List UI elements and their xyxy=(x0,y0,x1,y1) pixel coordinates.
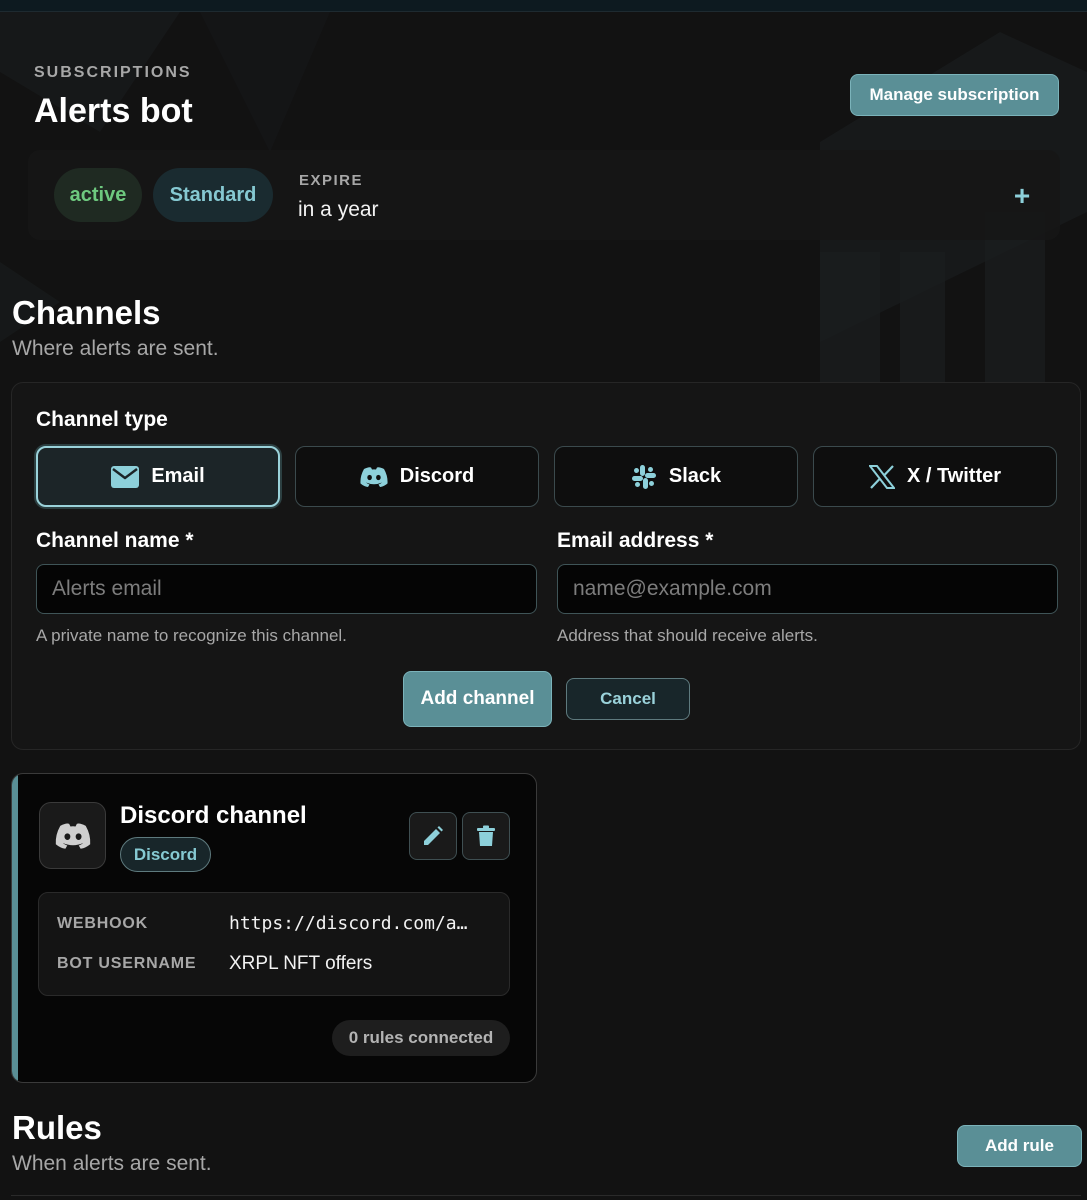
channel-type-slack-label: Slack xyxy=(668,465,722,487)
expire-value: in a year xyxy=(298,198,379,221)
manage-subscription-button[interactable]: Manage subscription xyxy=(850,74,1059,116)
channel-type-x-twitter-label: X / Twitter xyxy=(906,465,1002,487)
channel-card: Discord channel Discord WEBHOOK https://… xyxy=(11,773,537,1083)
x-twitter-icon xyxy=(868,464,895,489)
bot-username-value: XRPL NFT offers xyxy=(229,953,373,974)
channel-type-badge: Discord xyxy=(120,837,211,872)
status-badge: active xyxy=(54,168,142,222)
channel-name: Discord channel xyxy=(120,802,307,829)
channels-title: Channels xyxy=(12,294,161,331)
add-rule-button[interactable]: Add rule xyxy=(957,1125,1082,1167)
channel-type-slack[interactable]: Slack xyxy=(554,446,798,507)
add-channel-form: Channel type Email Discord Slack X / Twi… xyxy=(11,382,1081,750)
slack-icon xyxy=(631,464,656,489)
channels-subtitle: Where alerts are sent. xyxy=(12,337,219,360)
webhook-label: WEBHOOK xyxy=(57,915,148,932)
channel-type-email[interactable]: Email xyxy=(36,446,280,507)
channel-type-x-twitter[interactable]: X / Twitter xyxy=(813,446,1057,507)
trash-icon xyxy=(477,825,495,846)
divider xyxy=(11,1195,1081,1196)
channel-name-help: A private name to recognize this channel… xyxy=(36,626,347,645)
cancel-button[interactable]: Cancel xyxy=(566,678,690,720)
plus-icon[interactable]: + xyxy=(1008,180,1036,211)
edit-channel-button[interactable] xyxy=(409,812,457,860)
discord-icon xyxy=(55,823,90,849)
channel-type-discord[interactable]: Discord xyxy=(295,446,539,507)
rules-connected-badge: 0 rules connected xyxy=(332,1020,510,1056)
channel-type-discord-label: Discord xyxy=(399,465,475,487)
channel-details: WEBHOOK https://discord.com/a… BOT USERN… xyxy=(38,892,510,996)
channel-name-input[interactable] xyxy=(36,564,537,614)
webhook-value: https://discord.com/a… xyxy=(229,913,468,934)
channel-name-label: Channel name * xyxy=(36,529,194,552)
pencil-icon xyxy=(424,826,443,845)
expire-label: EXPIRE xyxy=(299,172,364,189)
channel-type-label: Channel type xyxy=(36,408,168,431)
bot-username-label: BOT USERNAME xyxy=(57,955,197,972)
rules-title: Rules xyxy=(12,1109,102,1146)
discord-icon xyxy=(360,466,388,487)
page-title: Alerts bot xyxy=(34,92,193,130)
subscription-status-card: active Standard EXPIRE in a year + xyxy=(28,150,1060,240)
channel-type-email-label: Email xyxy=(151,465,205,487)
top-bar xyxy=(0,0,1087,12)
delete-channel-button[interactable] xyxy=(462,812,510,860)
email-address-input[interactable] xyxy=(557,564,1058,614)
rules-subtitle: When alerts are sent. xyxy=(12,1152,212,1175)
plan-badge: Standard xyxy=(153,168,273,222)
channel-card-accent xyxy=(12,774,18,1082)
channel-icon xyxy=(39,802,106,869)
add-channel-button[interactable]: Add channel xyxy=(403,671,552,727)
section-eyebrow: SUBSCRIPTIONS xyxy=(34,64,192,81)
envelope-icon xyxy=(111,465,140,488)
email-address-label: Email address * xyxy=(557,529,714,552)
email-address-help: Address that should receive alerts. xyxy=(557,626,818,645)
